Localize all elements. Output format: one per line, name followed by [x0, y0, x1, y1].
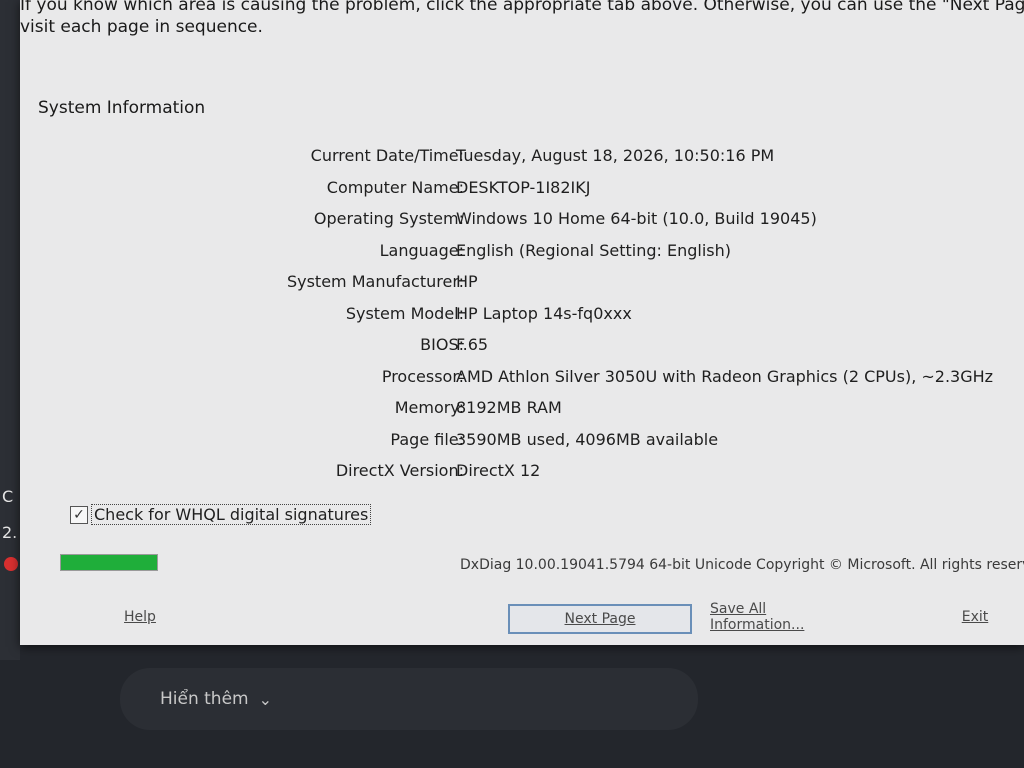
info-label: DirectX Version: — [335, 461, 464, 480]
screen: C 2. If you know which area is causing t… — [0, 0, 1024, 768]
info-value: Tuesday, August 18, 2026, 10:50:16 PM — [456, 146, 775, 165]
info-row-computer-name: Computer Name: DESKTOP-1I82IKJ — [20, 174, 1020, 206]
whql-checkbox[interactable]: ✓ Check for WHQL digital signatures — [70, 504, 372, 525]
info-row-operating-system: Operating System: Windows 10 Home 64-bit… — [20, 205, 1020, 237]
info-value: F.65 — [456, 335, 489, 354]
info-value: DESKTOP-1I82IKJ — [456, 177, 591, 197]
info-value: HP Laptop 14s-fq0xxx — [456, 303, 632, 323]
info-label: Memory: — [394, 398, 464, 417]
info-label: System Model: — [345, 303, 464, 323]
notification-dot-icon — [4, 557, 18, 571]
intro-line-1: If you know which area is causing the pr… — [20, 0, 1024, 15]
info-label: Computer Name: — [326, 177, 464, 197]
intro-text: If you know which area is causing the pr… — [20, 0, 1024, 38]
info-value: Windows 10 Home 64-bit (10.0, Build 1904… — [456, 209, 817, 228]
info-row-system-manufacturer: System Manufacturer: HP — [20, 268, 1020, 300]
background-window-strip: C 2. — [0, 0, 20, 660]
info-row-bios: BIOS: F.65 — [20, 331, 1020, 363]
save-all-information-button-label: Save All Information... — [710, 601, 805, 633]
info-label: Operating System: — [313, 209, 464, 228]
info-label: Processor: — [381, 366, 464, 386]
dxdiag-dialog: If you know which area is causing the pr… — [20, 0, 1024, 645]
info-row-memory: Memory: 8192MB RAM — [20, 394, 1020, 426]
info-value: DirectX 12 — [456, 461, 541, 480]
progress-bar — [60, 554, 158, 571]
help-button[interactable]: Help — [110, 604, 170, 630]
whql-checkbox-label[interactable]: Check for WHQL digital signatures — [91, 504, 372, 525]
info-label: Language: — [379, 240, 464, 260]
info-value: HP — [456, 272, 478, 291]
info-value: AMD Athlon Silver 3050U with Radeon Grap… — [456, 366, 994, 386]
exit-button[interactable]: Exit — [950, 604, 1000, 630]
help-button-label: Help — [124, 609, 156, 625]
info-label: Page file: — [390, 429, 464, 449]
exit-button-label: Exit — [961, 609, 989, 625]
info-value: English (Regional Setting: English) — [456, 240, 731, 260]
info-label: Current Date/Time: — [310, 146, 464, 165]
save-all-information-button[interactable]: Save All Information... — [710, 601, 860, 633]
intro-line-2: visit each page in sequence. — [20, 17, 263, 37]
version-copyright-text: DxDiag 10.00.19041.5794 64-bit Unicode C… — [460, 557, 1024, 573]
info-label: System Manufacturer: — [286, 272, 464, 291]
section-title: System Information — [38, 98, 206, 118]
info-row-directx-version: DirectX Version: DirectX 12 — [20, 457, 1020, 489]
info-row-system-model: System Model: HP Laptop 14s-fq0xxx — [20, 300, 1020, 332]
checkbox-checked-icon[interactable]: ✓ — [70, 505, 88, 524]
show-more-label: Hiển thêm — [160, 689, 249, 709]
info-value: 3590MB used, 4096MB available — [456, 429, 719, 449]
info-row-language: Language: English (Regional Setting: Eng… — [20, 237, 1020, 269]
info-row-page-file: Page file: 3590MB used, 4096MB available — [20, 426, 1020, 458]
info-row-date-time: Current Date/Time: Tuesday, August 18, 2… — [20, 142, 1020, 174]
background-glyph-2: 2. — [2, 523, 18, 542]
chevron-down-icon: ⌄ — [258, 689, 273, 709]
system-info-table: Current Date/Time: Tuesday, August 18, 2… — [20, 142, 1020, 489]
info-value: 8192MB RAM — [456, 398, 562, 417]
progress-bar-fill — [61, 555, 157, 570]
background-glyph-c: C — [2, 487, 14, 506]
show-more-button[interactable]: Hiển thêm ⌄ — [120, 668, 698, 730]
info-row-processor: Processor: AMD Athlon Silver 3050U with … — [20, 363, 1020, 395]
next-page-button-label: Next Page — [564, 611, 636, 627]
next-page-button[interactable]: Next Page — [508, 604, 692, 634]
